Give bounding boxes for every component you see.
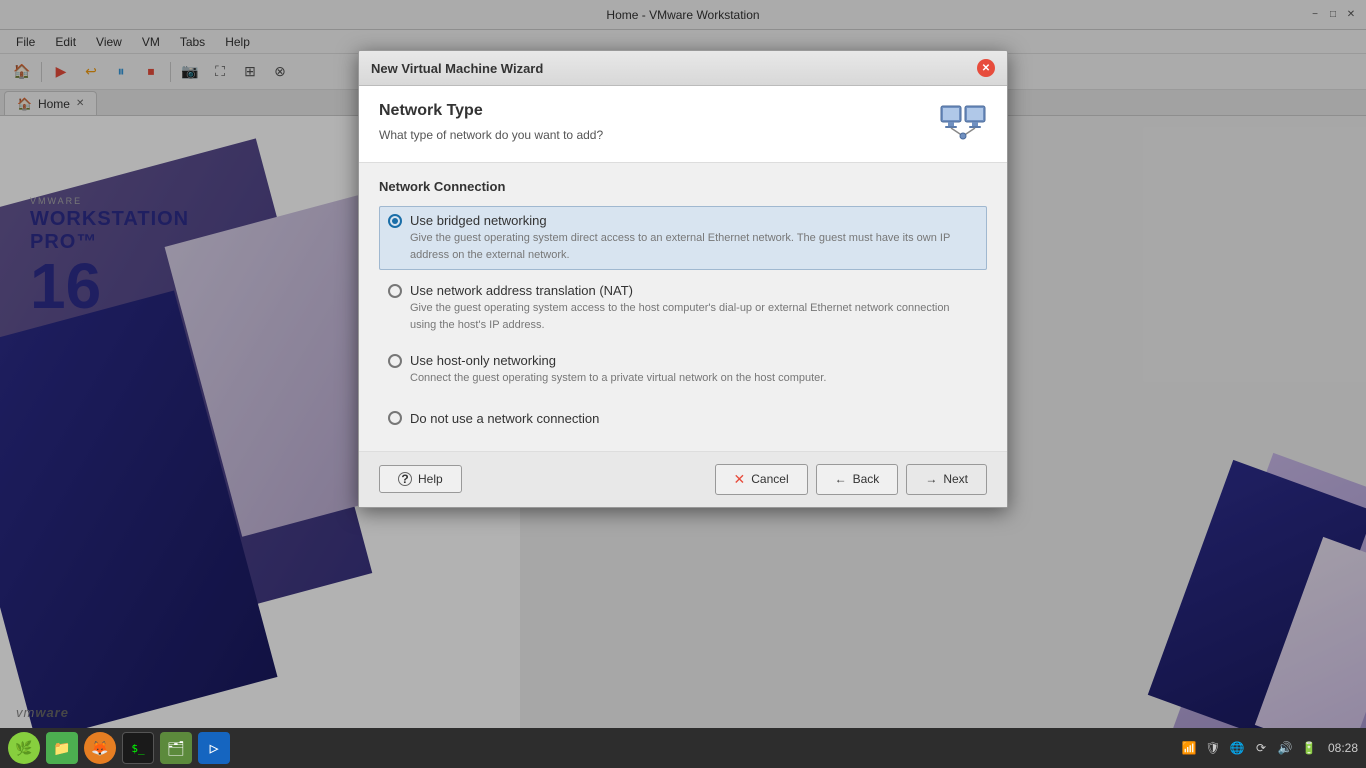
option-host-only[interactable]: Use host-only networking Connect the gue… bbox=[379, 346, 987, 394]
new-vm-wizard-dialog: New Virtual Machine Wizard ✕ Network Typ… bbox=[358, 50, 1008, 508]
option-nat[interactable]: Use network address translation (NAT) Gi… bbox=[379, 276, 987, 340]
network-svg-icon bbox=[939, 102, 987, 150]
volume-icon[interactable]: 🔊 bbox=[1276, 739, 1294, 757]
dialog-page-title: Network Type bbox=[379, 102, 603, 120]
footer-actions: ✕ Cancel ← Back → Next bbox=[715, 464, 987, 495]
radio-nat[interactable] bbox=[388, 284, 402, 298]
option-bridged[interactable]: Use bridged networking Give the guest op… bbox=[379, 206, 987, 270]
dialog-title: New Virtual Machine Wizard bbox=[371, 61, 543, 76]
next-button[interactable]: → Next bbox=[906, 464, 987, 495]
next-arrow-icon: → bbox=[925, 472, 937, 486]
back-button[interactable]: ← Back bbox=[816, 464, 899, 495]
next-label: Next bbox=[943, 472, 968, 486]
option-no-network[interactable]: Do not use a network connection bbox=[379, 404, 987, 435]
dialog-header: Network Type What type of network do you… bbox=[359, 86, 1007, 163]
option-nat-description: Give the guest operating system access t… bbox=[410, 300, 978, 333]
radio-host-only[interactable] bbox=[388, 354, 402, 368]
option-bridged-description: Give the guest operating system direct a… bbox=[410, 230, 978, 263]
taskbar-app-vmware[interactable]: ▷ bbox=[198, 732, 230, 764]
bluetooth-icon[interactable]: 📶 bbox=[1180, 739, 1198, 757]
system-clock: 08:28 bbox=[1328, 741, 1358, 755]
shield-icon[interactable]: 🛡 bbox=[1204, 739, 1222, 757]
cancel-button[interactable]: ✕ Cancel bbox=[715, 464, 808, 495]
taskbar-app-firefox[interactable]: 🦊 bbox=[84, 732, 116, 764]
dialog-header-text: Network Type What type of network do you… bbox=[379, 102, 603, 142]
help-button[interactable]: ? Help bbox=[379, 465, 462, 493]
radio-no-network[interactable] bbox=[388, 411, 402, 425]
back-arrow-icon: ← bbox=[835, 472, 847, 486]
help-label: Help bbox=[418, 472, 443, 486]
taskbar-right: 📶 🛡 🌐 ⟳ 🔊 🔋 08:28 bbox=[1180, 739, 1358, 757]
option-no-network-label: Do not use a network connection bbox=[410, 411, 599, 426]
dialog-body: Network Connection Use bridged networkin… bbox=[359, 163, 1007, 451]
radio-bridged[interactable] bbox=[388, 214, 402, 228]
back-label: Back bbox=[853, 472, 880, 486]
dialog-close-button[interactable]: ✕ bbox=[977, 59, 995, 77]
option-nat-label: Use network address translation (NAT) bbox=[410, 283, 633, 298]
dialog-titlebar: New Virtual Machine Wizard ✕ bbox=[359, 51, 1007, 86]
taskbar-app-terminal[interactable]: $_ bbox=[122, 732, 154, 764]
network-icon[interactable]: 🌐 bbox=[1228, 739, 1246, 757]
option-bridged-label: Use bridged networking bbox=[410, 213, 547, 228]
battery-icon[interactable]: 🔋 bbox=[1300, 739, 1318, 757]
dialog-footer: ? Help ✕ Cancel ← Back → Next bbox=[359, 451, 1007, 507]
option-host-only-label: Use host-only networking bbox=[410, 353, 556, 368]
help-icon: ? bbox=[398, 472, 412, 486]
cancel-icon: ✕ bbox=[734, 471, 746, 488]
network-type-icon bbox=[939, 102, 987, 150]
taskbar: 🌿 📁 🦊 $_ 🗂 ▷ 📶 🛡 🌐 ⟳ 🔊 🔋 08:28 bbox=[0, 728, 1366, 768]
section-title: Network Connection bbox=[379, 179, 987, 194]
taskbar-app-mint[interactable]: 🌿 bbox=[8, 732, 40, 764]
usb-icon[interactable]: ⟳ bbox=[1252, 739, 1270, 757]
option-host-only-description: Connect the guest operating system to a … bbox=[410, 370, 978, 387]
taskbar-app-files[interactable]: 🗂 bbox=[160, 732, 192, 764]
taskbar-app-files-green[interactable]: 📁 bbox=[46, 732, 78, 764]
cancel-label: Cancel bbox=[751, 472, 788, 486]
dialog-page-subtitle: What type of network do you want to add? bbox=[379, 128, 603, 142]
